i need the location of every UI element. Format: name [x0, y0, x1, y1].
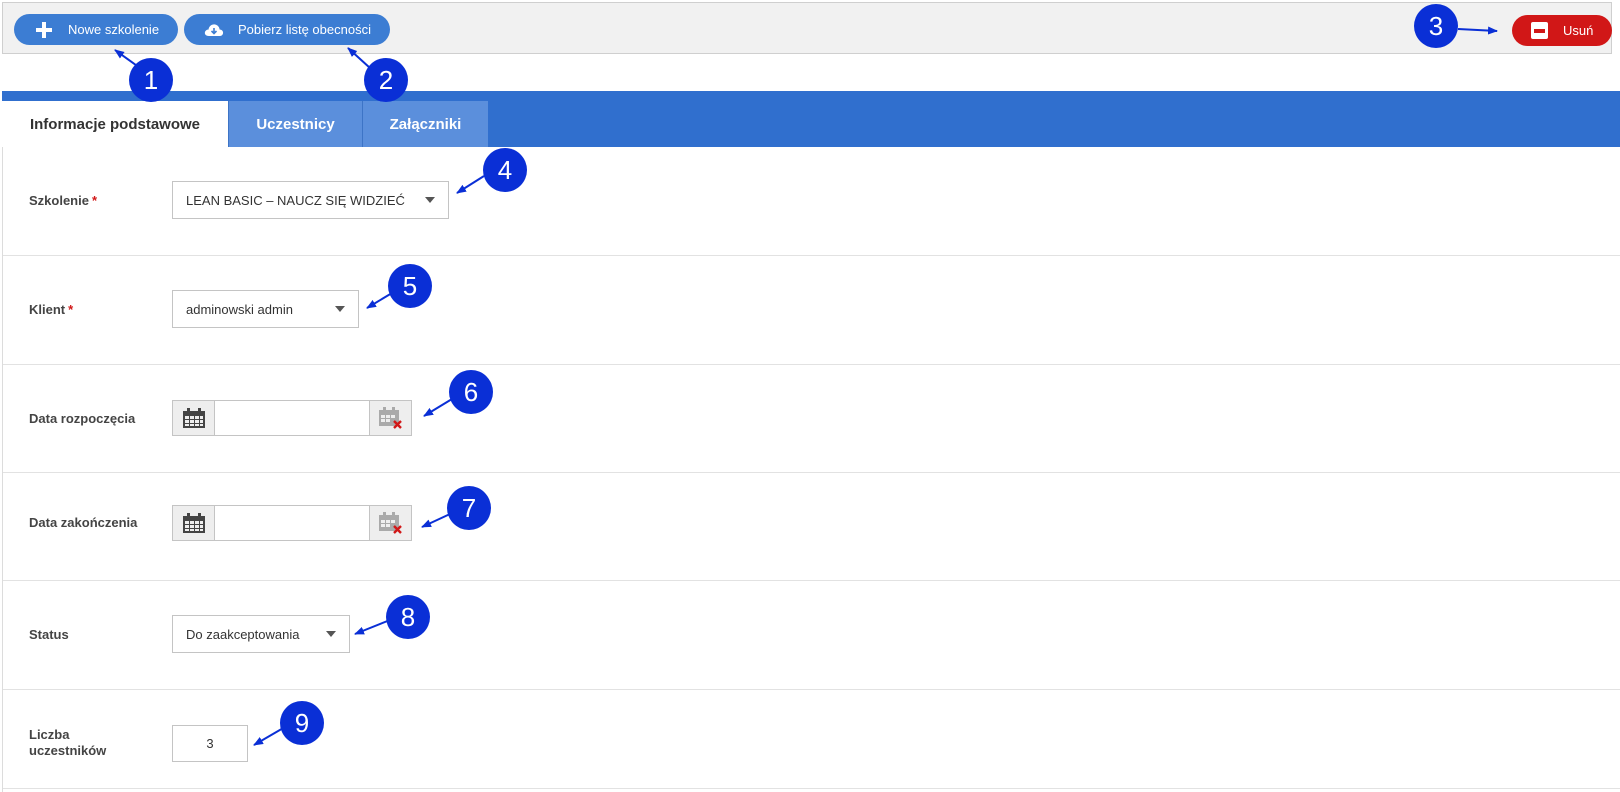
required-mark: *	[91, 193, 98, 208]
tab-participants[interactable]: Uczestnicy	[228, 101, 362, 147]
end-date-picker	[172, 505, 412, 541]
form-row-participants: Liczba uczestników	[3, 690, 1620, 789]
tab-attachments[interactable]: Załączniki	[362, 101, 488, 147]
callout-6: 6	[449, 370, 493, 414]
end-date-label: Data zakończenia	[29, 515, 138, 530]
training-select[interactable]: LEAN BASIC – NAUCZ SIĘ WIDZIEĆ	[172, 181, 449, 219]
tab-basic-info[interactable]: Informacje podstawowe	[2, 101, 228, 147]
start-date-input[interactable]	[215, 401, 370, 435]
tab-attachments-label: Załączniki	[389, 115, 462, 133]
callout-4: 4	[483, 148, 527, 192]
participants-count-input[interactable]	[172, 725, 248, 762]
download-attendance-label: Pobierz listę obecności	[238, 22, 371, 37]
tab-participants-label: Uczestnicy	[256, 115, 335, 133]
form-row-start-date: Data rozpoczęcia	[3, 365, 1620, 473]
calendar-clear-icon[interactable]	[369, 506, 411, 540]
callout-8: 8	[386, 595, 430, 639]
client-select-value: adminowski admin	[186, 301, 293, 317]
cloud-download-icon	[204, 20, 224, 40]
training-select-value: LEAN BASIC – NAUCZ SIĘ WIDZIEĆ	[186, 192, 405, 208]
callout-7: 7	[447, 486, 491, 530]
delete-label: Usuń	[1563, 23, 1594, 38]
caret-down-icon	[425, 197, 435, 203]
tab-basic-info-label: Informacje podstawowe	[29, 115, 201, 133]
status-select[interactable]: Do zaakceptowania	[172, 615, 350, 653]
toolbar: Nowe szkolenie Pobierz listę obecności U…	[2, 2, 1612, 54]
minus-square-icon	[1531, 22, 1548, 39]
calendar-icon[interactable]	[173, 401, 215, 435]
form-row-end-date: Data zakończenia	[3, 473, 1620, 581]
new-training-button[interactable]: Nowe szkolenie	[14, 14, 178, 45]
calendar-icon[interactable]	[173, 506, 215, 540]
required-mark: *	[68, 302, 74, 317]
start-date-label: Data rozpoczęcia	[29, 411, 136, 426]
form-row-client: Klient * adminowski admin	[3, 256, 1620, 365]
participants-label: Liczba uczestników	[29, 727, 107, 758]
client-select[interactable]: adminowski admin	[172, 290, 359, 328]
form-row-training: Szkolenie * LEAN BASIC – NAUCZ SIĘ WIDZIE…	[3, 147, 1620, 256]
form-row-status: Status Do zaakceptowania	[3, 581, 1620, 690]
callout-3: 3	[1414, 4, 1458, 48]
delete-button[interactable]: Usuń	[1512, 15, 1612, 46]
status-select-value: Do zaakceptowania	[186, 626, 300, 642]
download-attendance-button[interactable]: Pobierz listę obecności	[184, 14, 390, 45]
status-label: Status	[29, 627, 69, 642]
callout-1: 1	[129, 58, 173, 102]
callout-5: 5	[388, 264, 432, 308]
form-content: Szkolenie * LEAN BASIC – NAUCZ SIĘ WIDZIE…	[2, 147, 1620, 792]
plus-icon	[34, 20, 54, 40]
callout-9: 9	[280, 701, 324, 745]
caret-down-icon	[326, 631, 336, 637]
caret-down-icon	[335, 306, 345, 312]
training-label: Szkolenie *	[29, 193, 98, 208]
new-training-label: Nowe szkolenie	[68, 22, 160, 37]
client-label: Klient *	[29, 302, 74, 317]
end-date-input[interactable]	[215, 506, 370, 540]
callout-2: 2	[364, 58, 408, 102]
tab-bar: Informacje podstawowe Uczestnicy Załączn…	[2, 91, 1620, 147]
start-date-picker	[172, 400, 412, 436]
calendar-clear-icon[interactable]	[369, 401, 411, 435]
